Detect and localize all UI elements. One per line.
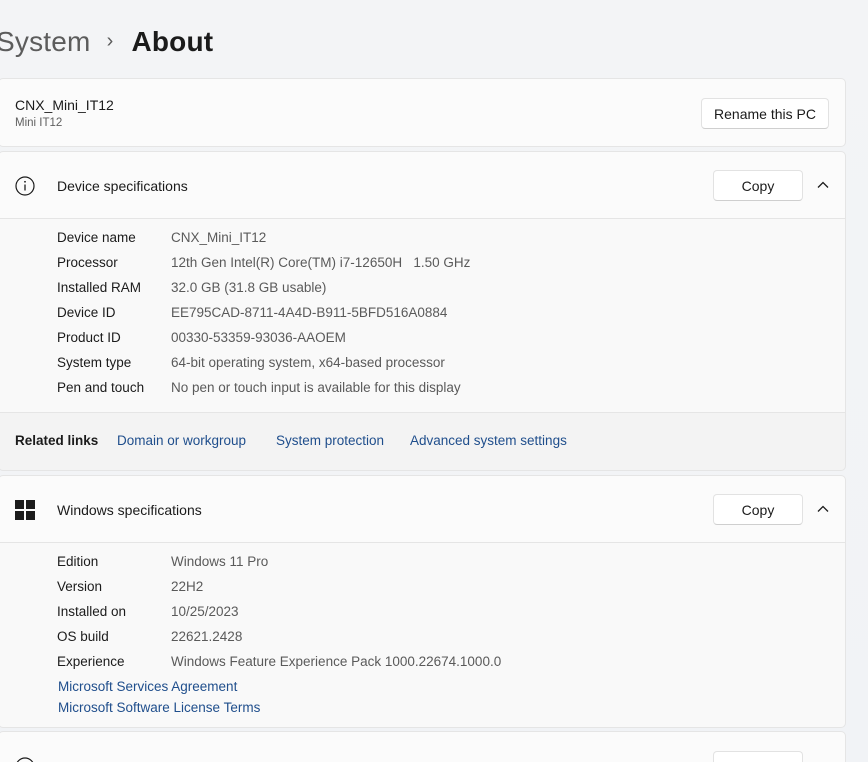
spec-label: Installed RAM [57, 280, 142, 295]
spec-value: Windows Feature Experience Pack 1000.226… [171, 654, 502, 669]
rename-pc-button[interactable]: Rename this PC [701, 98, 829, 129]
page-title: About [131, 26, 214, 57]
pc-name: CNX_Mini_IT12 [15, 97, 114, 113]
related-links-label: Related links [15, 433, 99, 448]
spec-label: Installed on [57, 604, 127, 619]
spec-label: Pen and touch [57, 380, 145, 395]
spec-value: No pen or touch input is available for t… [171, 380, 461, 395]
spec-value: 22H2 [171, 579, 204, 594]
spec-value: 22621.2428 [171, 629, 243, 644]
advanced-system-settings-link[interactable]: Advanced system settings [410, 433, 567, 448]
support-card-partial[interactable] [0, 731, 846, 762]
spec-value: 10/25/2023 [171, 604, 239, 619]
spec-label: Experience [57, 654, 125, 669]
breadcrumb-system[interactable]: System [0, 26, 91, 58]
windows-specs-title: Windows specifications [57, 502, 202, 518]
spec-value: 00330-53359-93036-AAOEM [171, 330, 346, 345]
chevron-up-icon[interactable] [813, 499, 833, 519]
info-icon [15, 176, 35, 196]
system-protection-link[interactable]: System protection [276, 433, 384, 448]
windows-specs-body: Edition Windows 11 Pro Version 22H2 Inst… [0, 543, 846, 728]
spec-label: Product ID [57, 330, 121, 345]
spec-label: Edition [57, 554, 99, 569]
pc-name-card: CNX_Mini_IT12 Mini IT12 Rename this PC [0, 78, 846, 147]
spec-label: Device name [57, 230, 136, 245]
settings-about-page: System › About CNX_Mini_IT12 Mini IT12 R… [0, 0, 868, 762]
spec-value: EE795CAD-8711-4A4D-B911-5BFD516A0884 [171, 305, 448, 320]
help-icon [16, 757, 34, 762]
spec-value: Windows 11 Pro [171, 554, 269, 569]
breadcrumb-chevron-icon: › [106, 29, 114, 52]
copy-device-specs-button[interactable]: Copy [713, 170, 803, 201]
copy-support-button[interactable] [713, 751, 803, 762]
spec-value: 12th Gen Intel(R) Core(TM) i7-12650H 1.5… [171, 255, 471, 270]
device-specs-title: Device specifications [57, 178, 188, 194]
device-specs-body: Device name CNX_Mini_IT12 Processor 12th… [0, 219, 846, 413]
domain-workgroup-link[interactable]: Domain or workgroup [117, 433, 246, 448]
spec-value: 32.0 GB (31.8 GB usable) [171, 280, 327, 295]
device-specs-header[interactable]: Device specifications Copy [0, 151, 846, 219]
spec-label: Processor [57, 255, 118, 270]
spec-label: Device ID [57, 305, 116, 320]
breadcrumb: System › About [0, 22, 213, 62]
services-agreement-link[interactable]: Microsoft Services Agreement [58, 679, 237, 694]
spec-label: System type [57, 355, 132, 370]
chevron-up-icon[interactable] [813, 175, 833, 195]
spec-label: Version [57, 579, 103, 594]
copy-windows-specs-button[interactable]: Copy [713, 494, 803, 525]
license-terms-link[interactable]: Microsoft Software License Terms [58, 700, 260, 715]
windows-logo-icon [15, 500, 35, 520]
pc-model: Mini IT12 [15, 117, 63, 129]
spec-value: 64-bit operating system, x64-based proce… [171, 355, 445, 370]
related-links-bar: Related links Domain or workgroup System… [0, 412, 846, 471]
spec-label: OS build [57, 629, 109, 644]
windows-specs-header[interactable]: Windows specifications Copy [0, 475, 846, 543]
spec-value: CNX_Mini_IT12 [171, 230, 267, 245]
